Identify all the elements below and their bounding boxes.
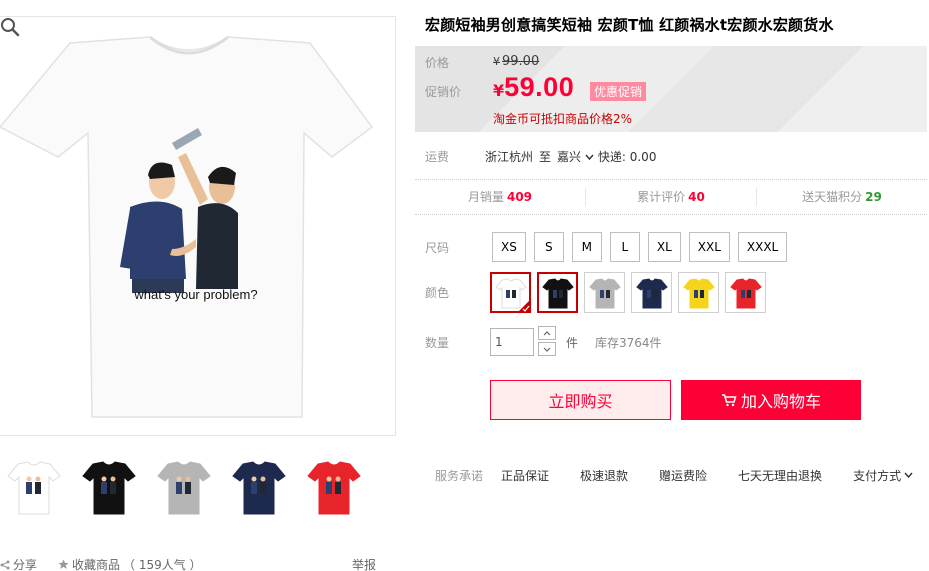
payment-methods-label: 支付方式 — [853, 469, 902, 483]
thumbnail-black[interactable] — [79, 458, 141, 518]
shipping-row: 运费 浙江杭州 至 嘉兴 快递: 0.00 — [425, 148, 656, 165]
tshirt-swatch-image — [588, 277, 621, 308]
shipping-fee: 快递: 0.00 — [597, 150, 657, 164]
size-label: 尺码 — [425, 241, 450, 255]
ship-from: 浙江杭州 — [485, 150, 534, 164]
color-options — [490, 272, 766, 313]
tshirt-swatch-image — [541, 277, 574, 308]
add-to-cart-label: 加入购物车 — [740, 392, 821, 411]
tshirt-swatch-image — [682, 277, 715, 308]
taojin-note[interactable]: 淘金币可抵扣商品价格2% — [493, 110, 632, 127]
service-item-0[interactable]: 正品保证 — [501, 467, 549, 484]
service-item-3[interactable]: 七天无理由退换 — [738, 467, 822, 484]
share-label: 分享 — [13, 558, 38, 571]
original-price-value: 99.00 — [502, 54, 540, 69]
color-option-yellow[interactable] — [678, 272, 719, 313]
tshirt-thumb-image — [157, 461, 211, 515]
zoom-icon[interactable] — [0, 17, 20, 37]
stat-label: 送天猫积分 — [802, 190, 863, 204]
currency-symbol: ¥ — [493, 81, 505, 100]
star-icon — [58, 559, 69, 569]
main-product-image[interactable]: what's your problem? — [0, 16, 396, 436]
selected-check-icon — [518, 300, 530, 312]
tshirt-thumb-image — [82, 461, 136, 515]
chevron-up-icon — [543, 330, 551, 335]
thumbnail-white[interactable] — [4, 458, 66, 518]
color-option-black[interactable] — [537, 272, 578, 313]
tshirt-illustration: what's your problem? — [0, 35, 374, 418]
sales-stats: 月销量 409 累计评价 40 送天猫积分 29 — [415, 179, 927, 215]
report-link[interactable]: 举报 — [352, 556, 376, 571]
size-option-xs[interactable]: XS — [492, 232, 526, 262]
size-option-xl[interactable]: XL — [647, 232, 681, 262]
tshirt-swatch-image — [729, 277, 762, 308]
gallery-footer: 分享 收藏商品 （ 159人气 ） 举报 — [0, 556, 396, 571]
size-option-xxxl[interactable]: XXXL — [737, 232, 788, 262]
size-option-m[interactable]: M — [571, 232, 602, 262]
destination-select[interactable]: 嘉兴 — [557, 148, 594, 165]
promo-price: ¥59.00 — [493, 72, 574, 103]
stat-label: 月销量 — [467, 190, 504, 204]
stat-1: 累计评价 40 — [586, 188, 757, 206]
chevron-down-icon — [585, 154, 594, 161]
original-price: ¥99.00 — [493, 54, 539, 69]
product-title: 宏颜短袖男创意搞笑短袖 宏颜T恤 红颜祸水t宏颜水宏颜货水 — [425, 16, 834, 34]
stat-2: 送天猫积分 29 — [757, 188, 927, 206]
color-option-white[interactable] — [490, 272, 531, 313]
destination-value: 嘉兴 — [557, 150, 582, 164]
price-panel: 价格 促销价 ¥99.00 ¥59.00 优惠促销 淘金币可抵扣商品价格2% — [415, 46, 927, 132]
size-option-s[interactable]: S — [533, 232, 564, 262]
buy-now-button[interactable]: 立即购买 — [490, 380, 671, 420]
price-label: 价格 — [425, 56, 450, 70]
share-button[interactable]: 分享 — [0, 556, 37, 571]
stat-label: 累计评价 — [637, 190, 686, 204]
service-item-2[interactable]: 赠运费险 — [659, 467, 707, 484]
tshirt-thumb-image — [7, 461, 61, 515]
cart-icon — [721, 394, 737, 407]
promo-price-label: 促销价 — [425, 85, 462, 99]
thumbnail-red[interactable] — [304, 458, 366, 518]
quantity-label: 数量 — [425, 336, 450, 350]
ship-to-word: 至 — [539, 150, 552, 164]
payment-methods-dropdown[interactable]: 支付方式 — [853, 467, 913, 484]
stat-0: 月销量 409 — [415, 188, 586, 206]
quantity-unit: 件 — [566, 336, 579, 350]
add-to-cart-button[interactable]: 加入购物车 — [681, 380, 861, 420]
promo-badge[interactable]: 优惠促销 — [590, 82, 647, 101]
color-label: 颜色 — [425, 286, 450, 300]
color-option-navy[interactable] — [631, 272, 672, 313]
tshirt-thumb-image — [307, 461, 361, 515]
stat-value: 40 — [688, 190, 705, 204]
stat-value: 409 — [506, 190, 533, 204]
service-label: 服务承诺 — [435, 469, 484, 483]
color-option-gray[interactable] — [584, 272, 625, 313]
chevron-down-icon — [904, 472, 913, 479]
size-option-l[interactable]: L — [609, 232, 640, 262]
size-options: XS S M L XL XXL XXXL — [492, 232, 788, 262]
favorite-button[interactable]: 收藏商品 （ 159人气 ） — [58, 556, 202, 571]
currency-symbol: ¥ — [493, 55, 500, 68]
quantity-decrease-button[interactable] — [538, 342, 556, 356]
stock-count: 库存3764件 — [595, 336, 662, 350]
quantity-input[interactable]: 1 — [490, 328, 534, 356]
popularity-count: （ 159人气 ） — [123, 558, 202, 571]
tshirt-thumb-image — [232, 461, 286, 515]
stat-value: 29 — [865, 190, 882, 204]
tshirt-swatch-image — [635, 277, 668, 308]
chevron-down-icon — [543, 347, 551, 352]
promo-price-value: 59.00 — [504, 72, 575, 102]
thumbnail-navy[interactable] — [229, 458, 291, 518]
shipping-label: 运费 — [425, 150, 450, 164]
size-option-xxl[interactable]: XXL — [688, 232, 730, 262]
service-item-1[interactable]: 极速退款 — [580, 467, 628, 484]
color-option-red[interactable] — [725, 272, 766, 313]
thumbnail-strip — [0, 458, 396, 518]
share-icon — [0, 560, 10, 569]
shirt-caption: what's your problem? — [133, 287, 257, 302]
favorite-label: 收藏商品 — [72, 558, 121, 571]
quantity-increase-button[interactable] — [538, 326, 556, 340]
service-promise-row: 服务承诺 正品保证 极速退款 赠运费险 七天无理由退换 支付方式 — [435, 467, 913, 484]
thumbnail-gray[interactable] — [154, 458, 216, 518]
